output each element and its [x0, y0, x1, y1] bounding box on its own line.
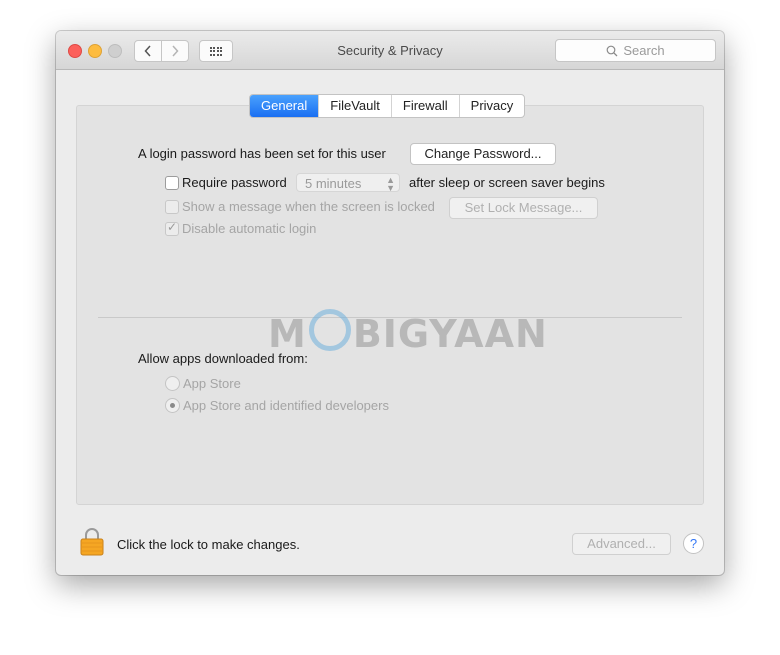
delay-value: 5 minutes — [305, 176, 362, 191]
tab-filevault[interactable]: FileVault — [318, 95, 391, 117]
after-sleep-label: after sleep or screen saver begins — [409, 175, 605, 190]
radio-app-store[interactable] — [165, 376, 180, 391]
stepper-arrows-icon: ▲ ▼ — [386, 175, 395, 193]
show-message-checkbox[interactable] — [165, 200, 179, 214]
radio-app-store-label: App Store — [183, 376, 241, 391]
tab-firewall[interactable]: Firewall — [390, 95, 459, 117]
require-password-checkbox[interactable] — [165, 176, 179, 190]
disable-auto-login-checkbox[interactable] — [165, 220, 179, 236]
disable-auto-login-label: Disable automatic login — [182, 221, 317, 236]
search-icon — [606, 45, 618, 56]
tab-bar: General FileVault Firewall Privacy — [249, 94, 526, 118]
radio-app-store-identified-label: App Store and identified developers — [183, 398, 389, 413]
lock-message: Click the lock to make changes. — [117, 537, 300, 552]
require-password-delay-select[interactable]: 5 minutes ▲ ▼ — [296, 173, 400, 193]
security-privacy-window: Security & Privacy Search General FileVa… — [56, 31, 724, 575]
radio-app-store-identified[interactable] — [165, 398, 180, 413]
general-panel — [76, 105, 704, 505]
advanced-button[interactable]: Advanced... — [572, 533, 671, 555]
login-password-label: A login password has been set for this u… — [138, 146, 386, 161]
change-password-button[interactable]: Change Password... — [410, 143, 556, 165]
lock-button[interactable] — [80, 528, 104, 559]
phone-logo-icon — [308, 309, 351, 351]
show-message-label: Show a message when the screen is locked — [182, 199, 435, 214]
set-lock-message-button[interactable]: Set Lock Message... — [449, 197, 598, 219]
watermark: M BIGYAAN — [268, 309, 548, 356]
allow-apps-label: Allow apps downloaded from: — [138, 351, 308, 366]
lock-icon — [80, 528, 104, 556]
tab-privacy[interactable]: Privacy — [458, 95, 525, 117]
tab-general[interactable]: General — [250, 95, 319, 117]
search-placeholder: Search — [623, 43, 665, 58]
title-bar: Security & Privacy Search — [56, 31, 724, 70]
help-button[interactable]: ? — [683, 533, 704, 554]
search-field[interactable]: Search — [555, 39, 716, 62]
require-password-label: Require password — [182, 175, 287, 190]
